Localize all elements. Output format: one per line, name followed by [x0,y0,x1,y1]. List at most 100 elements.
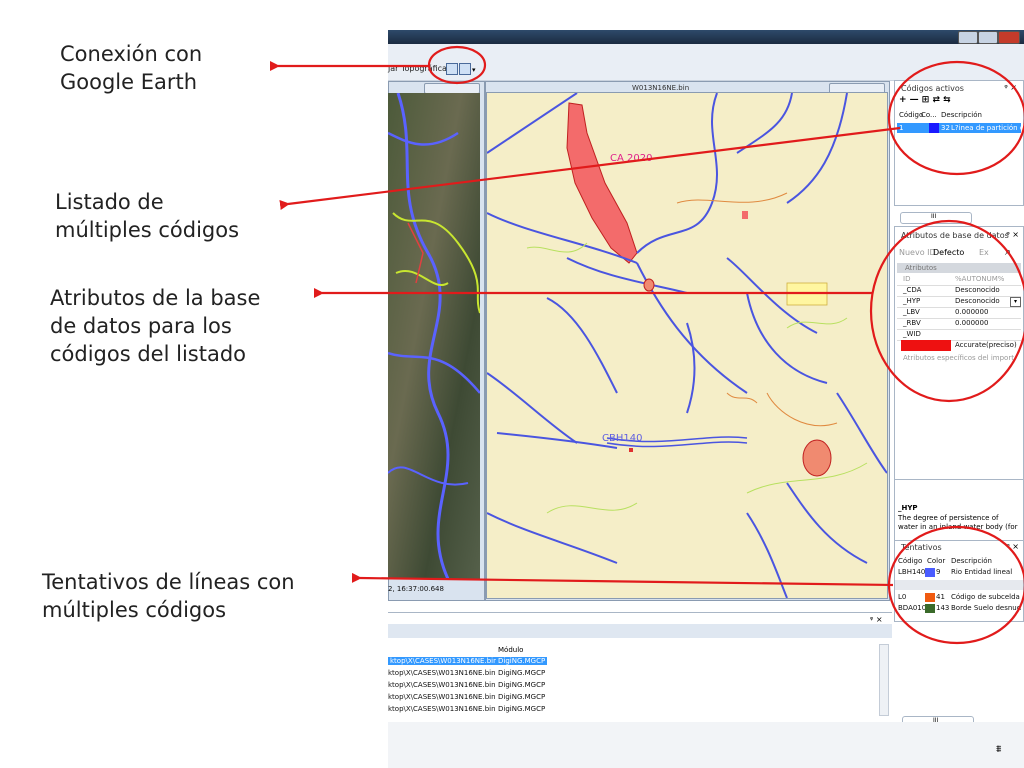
tentative-num: 143 [936,604,950,612]
horizontal-scrollbar[interactable]: III [900,212,972,224]
maximize-button[interactable] [978,31,998,44]
table-row[interactable]: ktop\X\CASES\W013N16NE.bin DigiNG.MGCP [388,680,888,691]
default-button[interactable]: Defecto [933,248,964,257]
attributes-section-header[interactable]: Atributos [897,263,1021,273]
table-row[interactable]: LBH140 9 Rio Entidad lineal [895,567,1023,578]
attr-key: _RBV [903,319,921,327]
resize-grip-icon[interactable]: ⩩ [996,744,1001,755]
scrollbar-label: III [931,213,937,220]
callout-google-earth: Conexión con Google Earth [60,42,203,94]
log-module-cell: DigiNG.MGCP [498,681,546,689]
attribute-description-box: _HYP The degree of persistence of water … [895,479,1023,542]
attr-value: 0.000000 [955,308,989,316]
tentative-swatch [925,568,935,577]
minimize-button[interactable] [958,31,978,44]
attr-key: _CDA [903,286,922,294]
map-label-ca: CA 2020 [610,153,653,164]
status-strip [388,722,1024,768]
table-row[interactable]: 1 32 L?inea de partición d [897,123,1024,133]
table-row[interactable]: Accurate(preciso) [897,340,1021,351]
status-time: 2, 16:37:00.648 [388,585,444,593]
attribute-description-text: The degree of persistence of water in an… [898,514,1018,531]
table-row[interactable]: ktop\X\CASES\W013N16NE.bin DigiNG.MGCP [388,668,888,679]
db-attributes-pin-close[interactable]: ᵠ × [1006,230,1019,239]
search-icon[interactable]: ⌕ [1005,245,1011,259]
log-path-cell: ktop\X\CASES\W013N16NE.bin [388,681,496,689]
log-vertical-scrollbar[interactable] [879,644,889,716]
attr-value: Desconocido [955,297,1000,305]
table-row[interactable]: ktop\X\CASES\W013N16NE.bin DigiNG.MGCP [388,656,888,667]
log-module-cell: DigiNG.MGCP [498,705,546,713]
log-module-cell: DigiNG.MGCP [496,657,548,665]
active-codes-panel: Códigos activos ᵠ × + — ⊞ ⇄ ⇆ Código Co.… [894,80,1024,206]
log-path-cell: ktop\X\CASES\W013N16NE.bin [388,705,496,713]
active-codes-header-desc: Descripción [941,111,982,119]
attributes-section-label: Atributos [905,264,937,272]
db-attributes-panel: Atributos de base de datos ᵠ × Nuevo ID … [894,226,1024,542]
db-attributes-title: Atributos de base de datos [901,231,1009,240]
tentative-desc: Borde Suelo desnud [951,604,1022,612]
table-row[interactable]: ktop\X\CASES\W013N16NE.bin DigiNG.MGCP [388,704,888,715]
log-path-cell: ktop\X\CASES\W013N16NE.bin [388,669,496,677]
map-canvas[interactable]: CA 2020 CBH140 [486,92,888,599]
attributes-footer: Atributos específicos del import [903,354,1014,362]
chevron-down-icon[interactable]: ▾ [472,66,476,74]
active-codes-header-color: Co... [921,111,937,119]
tentatives-title: Tentativos [901,543,942,552]
tentative-num: 9 [936,568,941,576]
tentatives-header-color: Color [927,557,946,565]
tentative-code: BDA010 [898,604,927,612]
attr-key: _WID [903,330,921,338]
attr-key: _HYP [903,297,921,305]
attr-value: 0.000000 [955,319,989,327]
active-code-desc: L?inea de partición d [951,124,1024,132]
table-row[interactable]: BDA010 143 Borde Suelo desnud [895,603,1023,614]
close-button[interactable] [998,31,1020,44]
active-codes-title: Códigos activos [901,84,964,93]
attr-key-highlight [901,340,951,351]
active-code: 1 [899,124,904,132]
callout-code-list: Listado de múltiples códigos [55,190,240,242]
tentatives-pin-close[interactable]: ᵠ × [1006,542,1019,551]
ex-button[interactable]: Ex [979,248,989,257]
log-module-cell: DigiNG.MGCP [498,669,546,677]
map-window-title: W013N16NE.bin [632,84,690,92]
google-earth-sync-icon[interactable] [459,63,471,75]
new-id-button[interactable]: Nuevo ID [899,248,936,257]
active-code-color-num: 32 [941,124,950,132]
log-module-cell: DigiNG.MGCP [498,693,546,701]
tentative-desc: Código de subcelda [951,593,1020,601]
log-path-cell: ktop\X\CASES\W013N16NE.bin [388,657,500,665]
google-earth-icon[interactable] [446,63,458,75]
attr-value: %AUTONUM% [955,275,1005,283]
active-codes-tools[interactable]: + — ⊞ ⇄ ⇆ [899,95,951,105]
toolbar-label: jar Topográficas [388,64,452,73]
table-row[interactable]: L0 41 Código de subcelda [895,592,1023,603]
tentative-swatch [925,593,935,602]
app-title-bar [388,30,1024,44]
tentative-code: LBH140 [898,568,926,576]
log-panel-pin-close[interactable]: ᵠ × [870,615,883,624]
callout-db-attributes: Atributos de la base de datos para los c… [50,286,261,366]
tentative-code: L0 [898,593,907,601]
active-codes-header-code: Código [899,111,924,119]
tentative-desc: Rio Entidad lineal [951,568,1013,576]
tentative-num: 41 [936,593,945,601]
attr-key: _LBV [903,308,920,316]
log-module-header: Módulo [498,646,524,654]
attribute-grid: ID %AUTONUM% _CDA Desconocido _HYP Desco… [897,274,1021,352]
map-label-bh: CBH140 [602,433,643,444]
tentatives-header-desc: Descripción [951,557,992,565]
satellite-image[interactable] [388,93,480,579]
table-row[interactable]: ktop\X\CASES\W013N16NE.bin DigiNG.MGCP [388,692,888,703]
dropdown-chevron-icon[interactable]: ▾ [1010,297,1021,307]
log-path-cell: ktop\X\CASES\W013N16NE.bin [388,693,496,701]
attribute-description-title: _HYP [898,504,918,512]
log-header-bar [388,624,892,638]
tentatives-header-code: Código [898,557,923,565]
attr-key: ID [903,275,911,283]
active-codes-pin-close[interactable]: ᵠ × [1004,83,1017,92]
table-row-separator [895,580,1023,590]
tentative-swatch [925,604,935,613]
callout-tentatives: Tentativos de líneas con múltiples códig… [42,570,295,622]
